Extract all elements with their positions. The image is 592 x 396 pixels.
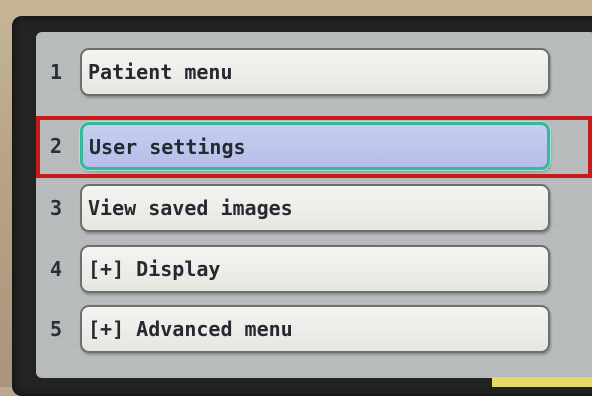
menu-item-number: 4: [50, 241, 62, 297]
menu-row-1: 1 Patient menu: [36, 44, 592, 100]
menu-item-number: 1: [50, 44, 62, 100]
user-settings-button[interactable]: User settings: [80, 122, 550, 170]
menu-item-label: Patient menu: [88, 50, 233, 94]
menu-row-4: 4 [+] Display: [36, 241, 592, 297]
menu-row-3: 3 View saved images: [36, 180, 592, 236]
menu-row-2: 2 User settings: [36, 118, 592, 174]
menu-item-label: [+] Advanced menu: [88, 307, 293, 351]
menu-item-label: [+] Display: [88, 247, 220, 291]
menu-item-number: 3: [50, 180, 62, 236]
patient-menu-button[interactable]: Patient menu: [80, 48, 550, 96]
background-object: [492, 377, 592, 387]
menu-item-number: 5: [50, 301, 62, 357]
view-saved-images-button[interactable]: View saved images: [80, 184, 550, 232]
device-screen: 1 Patient menu 2 User settings 3 View sa…: [36, 32, 592, 378]
display-expand-button[interactable]: [+] Display: [80, 245, 550, 293]
menu-item-number: 2: [50, 118, 62, 174]
menu-item-label: View saved images: [88, 186, 293, 230]
menu-row-5: 5 [+] Advanced menu: [36, 301, 592, 357]
advanced-menu-expand-button[interactable]: [+] Advanced menu: [80, 305, 550, 353]
menu-item-label: User settings: [89, 125, 246, 169]
